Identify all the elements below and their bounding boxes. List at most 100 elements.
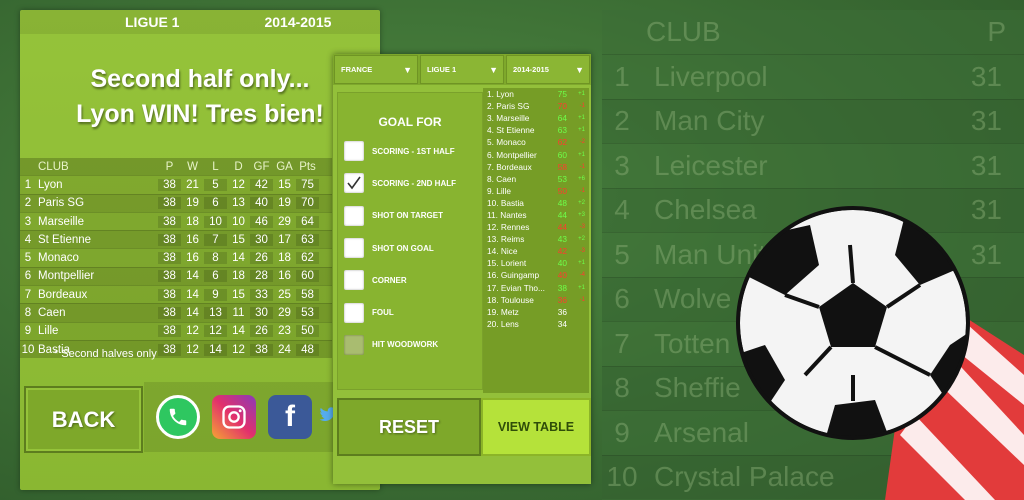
country-value: FRANCE bbox=[341, 65, 373, 74]
row-pts: 64 bbox=[296, 215, 319, 228]
option-row[interactable]: SCORING - 1ST HALF bbox=[338, 135, 482, 167]
option-row[interactable]: FOUL bbox=[338, 296, 482, 328]
view-table-button[interactable]: VIEW TABLE bbox=[481, 398, 591, 456]
option-checkbox[interactable] bbox=[344, 302, 364, 323]
result-row: 6. Montpellier 60 +1 bbox=[483, 148, 589, 160]
bg-row-club: Totten bbox=[654, 327, 731, 359]
league-dropdown[interactable]: LIGUE 1 ▼ bbox=[420, 55, 504, 84]
row-l: 9 bbox=[204, 288, 227, 301]
row-w: 14 bbox=[186, 288, 199, 301]
instagram-icon[interactable] bbox=[212, 395, 256, 439]
row-club: Lille bbox=[38, 325, 59, 338]
result-change: +1 bbox=[578, 115, 585, 122]
result-row: 10. Bastia 48 +2 bbox=[483, 197, 589, 209]
row-position: 6 bbox=[24, 270, 32, 283]
bg-row-club: Leicester bbox=[654, 149, 768, 181]
row-l: 10 bbox=[204, 215, 227, 228]
result-row: 17. Evian Tho... 38 +1 bbox=[483, 282, 589, 294]
option-row[interactable]: SHOT ON TARGET bbox=[338, 200, 482, 232]
result-team: 15. Lorient bbox=[487, 258, 527, 269]
row-p: 38 bbox=[158, 252, 181, 265]
bg-table-header: CLUB P bbox=[602, 10, 1024, 54]
result-points: 42 bbox=[557, 246, 567, 257]
option-row: HIT WOODWORK bbox=[338, 329, 482, 361]
option-label: CORNER bbox=[372, 275, 407, 285]
result-change: +1 bbox=[578, 151, 585, 158]
row-club: Caen bbox=[38, 307, 66, 320]
result-team: 1. Lyon bbox=[487, 89, 514, 100]
chevron-down-icon: ▼ bbox=[403, 65, 412, 75]
result-headline: Second half only... Lyon WIN! Tres bien! bbox=[20, 62, 380, 132]
result-points: 62 bbox=[557, 137, 567, 148]
result-change: -3 bbox=[579, 248, 585, 255]
option-row[interactable]: CORNER bbox=[338, 264, 482, 296]
row-gf: 42 bbox=[250, 178, 273, 191]
league-header: LIGUE 1 2014-2015 bbox=[20, 10, 380, 34]
row-w: 12 bbox=[186, 325, 199, 338]
option-checkbox[interactable] bbox=[344, 238, 364, 259]
result-change: +1 bbox=[578, 260, 585, 267]
league-table: CLUB P W L D GF GA Pts 1 Lyon 38 21 5 12 42 15 7… bbox=[20, 158, 332, 359]
result-row: 18. Toulouse 36 -1 bbox=[483, 294, 589, 306]
reset-button[interactable]: RESET bbox=[337, 398, 481, 456]
result-row: 13. Reims 43 +2 bbox=[483, 233, 589, 245]
result-points: 63 bbox=[557, 125, 567, 136]
result-change: +6 bbox=[578, 175, 585, 182]
row-ga: 29 bbox=[278, 215, 291, 228]
option-row[interactable]: SHOT ON GOAL bbox=[338, 232, 482, 264]
row-d: 12 bbox=[232, 343, 245, 356]
row-p: 38 bbox=[158, 343, 181, 356]
row-w: 18 bbox=[186, 215, 199, 228]
result-row: 1. Lyon 75 +1 bbox=[483, 88, 589, 100]
option-checkbox[interactable] bbox=[344, 141, 364, 162]
whatsapp-icon[interactable] bbox=[156, 395, 200, 439]
row-d: 11 bbox=[232, 307, 245, 320]
result-points: 40 bbox=[557, 258, 567, 269]
table-row: 9 Lille 38 12 12 14 26 23 50 bbox=[20, 321, 332, 340]
soccer-ball-icon bbox=[736, 206, 1024, 500]
result-team: 18. Toulouse bbox=[487, 294, 534, 305]
result-team: 4. St Etienne bbox=[487, 125, 535, 136]
facebook-icon[interactable]: f bbox=[268, 395, 312, 439]
season-dropdown[interactable]: 2014-2015 ▼ bbox=[506, 55, 590, 84]
bg-row-position: 5 bbox=[614, 238, 630, 270]
option-checkbox[interactable] bbox=[344, 270, 364, 291]
option-row[interactable]: SCORING - 2ND HALF bbox=[338, 167, 482, 199]
result-change: -4 bbox=[579, 272, 585, 279]
table-row: 7 Bordeaux 38 14 9 15 33 25 58 bbox=[20, 285, 332, 304]
result-row: 20. Lens 34 bbox=[483, 318, 589, 330]
ga-col-header: GA bbox=[276, 160, 293, 173]
results-screen: LIGUE 1 2014-2015 Second half only... Ly… bbox=[20, 10, 380, 490]
result-team: 16. Guingamp bbox=[487, 270, 540, 281]
back-button[interactable]: BACK bbox=[24, 386, 143, 453]
option-checkbox[interactable] bbox=[344, 173, 364, 194]
result-change: -1 bbox=[579, 103, 585, 110]
result-team: 11. Nantes bbox=[487, 209, 527, 220]
selector-bar: FRANCE ▼ LIGUE 1 ▼ 2014-2015 ▼ bbox=[333, 54, 591, 85]
result-row: 7. Bordeaux 58 -1 bbox=[483, 161, 589, 173]
option-checkbox[interactable] bbox=[344, 205, 364, 226]
gf-col-header: GF bbox=[253, 160, 270, 173]
result-change: -1 bbox=[579, 296, 585, 303]
table-row: 5 Monaco 38 16 8 14 26 18 62 bbox=[20, 248, 332, 267]
goal-for-panel: GOAL FOR SCORING - 1ST HALF SCORING - 2ND… bbox=[337, 92, 483, 390]
row-ga: 29 bbox=[278, 307, 291, 320]
row-gf: 28 bbox=[250, 270, 273, 283]
row-club: St Etienne bbox=[38, 233, 92, 246]
row-ga: 25 bbox=[278, 288, 291, 301]
row-gf: 46 bbox=[250, 215, 273, 228]
pts-col-header: Pts bbox=[299, 160, 316, 173]
row-gf: 40 bbox=[250, 197, 273, 210]
result-points: 36 bbox=[557, 306, 567, 317]
country-dropdown[interactable]: FRANCE ▼ bbox=[334, 55, 418, 84]
row-position: 8 bbox=[24, 307, 32, 320]
row-p: 38 bbox=[158, 178, 181, 191]
row-pts: 75 bbox=[296, 178, 319, 191]
row-ga: 24 bbox=[278, 343, 291, 356]
result-points: 36 bbox=[557, 294, 567, 305]
row-w: 16 bbox=[186, 252, 199, 265]
option-checkbox bbox=[344, 334, 364, 355]
result-team: 2. Paris SG bbox=[487, 101, 530, 112]
result-row: 2. Paris SG 70 -1 bbox=[483, 100, 589, 112]
row-w: 16 bbox=[186, 233, 199, 246]
